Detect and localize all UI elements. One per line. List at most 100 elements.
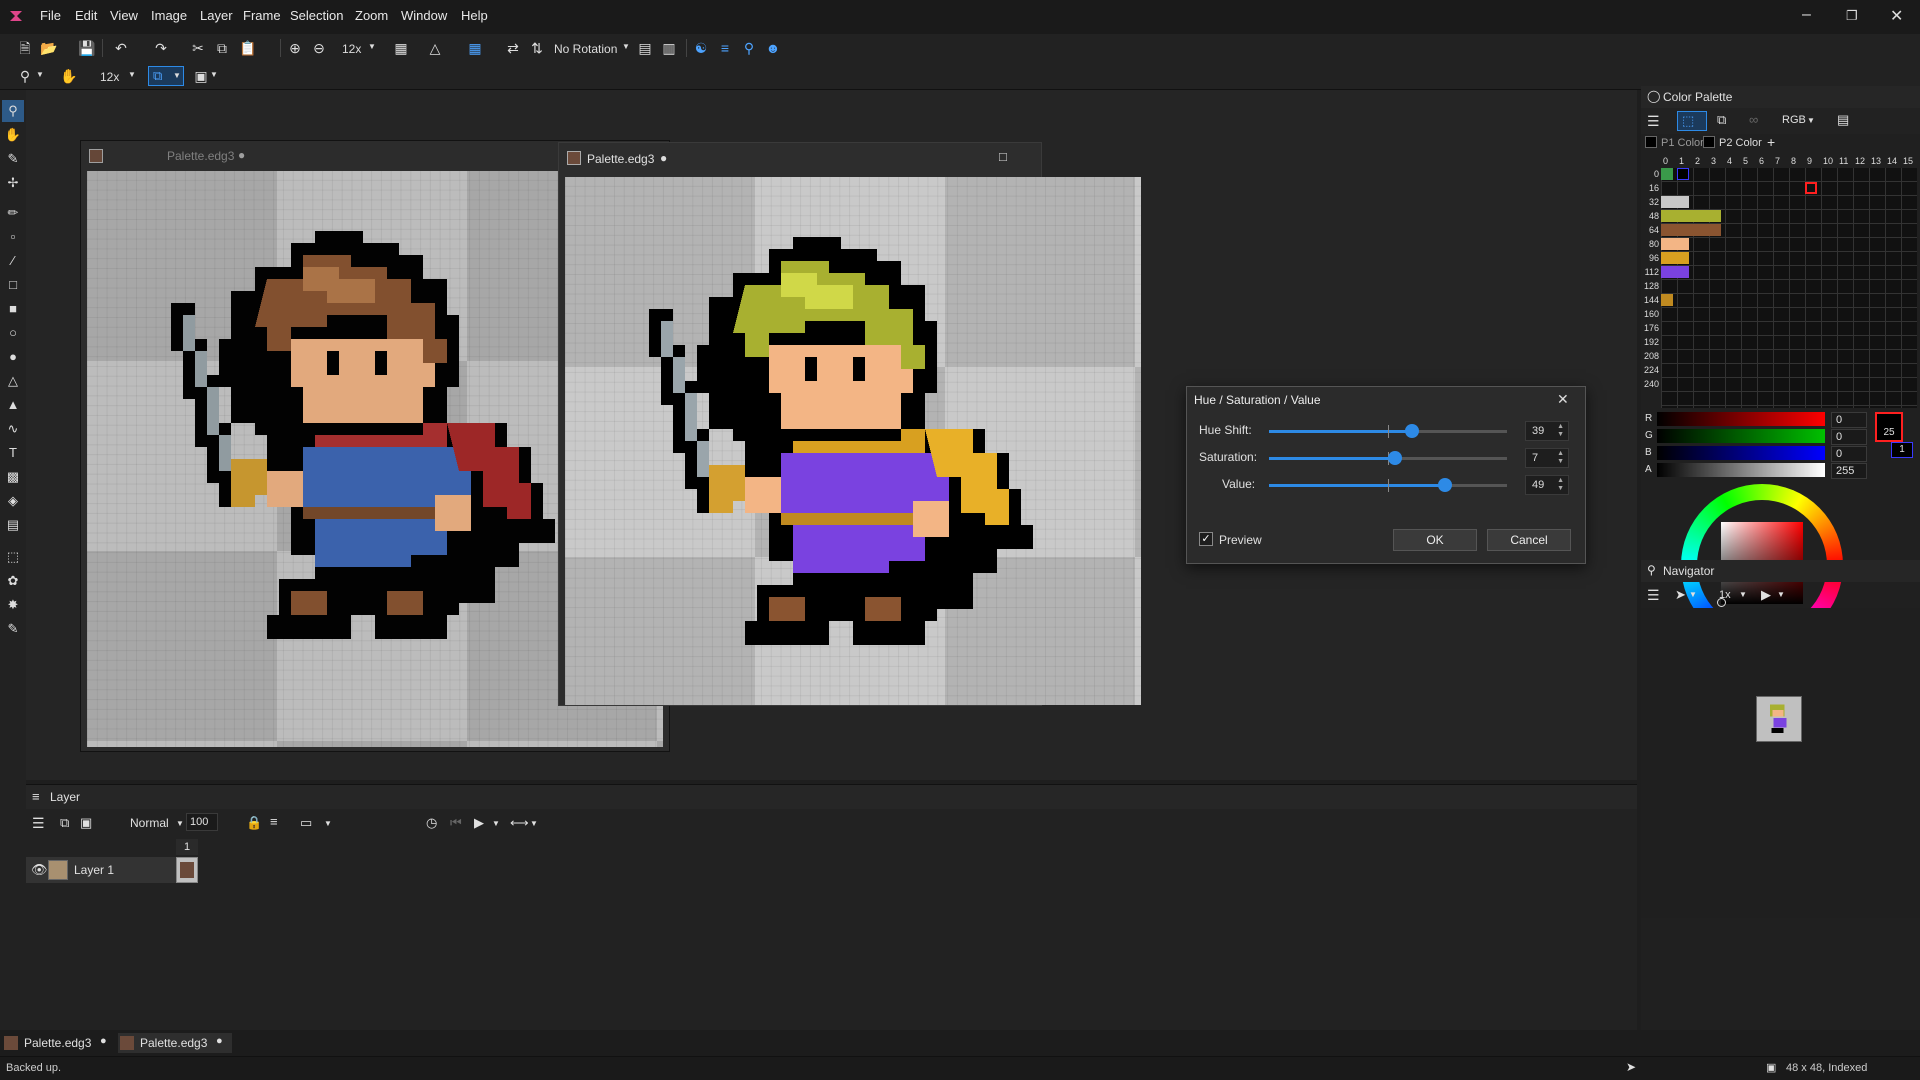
palette-link-icon[interactable]: ☯: [692, 39, 710, 57]
tab-document-1[interactable]: Palette.edg3 ●: [2, 1033, 112, 1053]
eye-visibility-icon[interactable]: 👁: [31, 862, 48, 878]
palette-view-icon[interactable]: ▤: [1837, 112, 1849, 128]
zoom-level-dropdown-2[interactable]: 12x: [100, 70, 119, 84]
chevron-down-icon[interactable]: ▼: [1777, 590, 1785, 599]
saturation-slider[interactable]: [1269, 451, 1507, 465]
menu-image[interactable]: Image: [151, 8, 187, 23]
spinner-arrows-icon[interactable]: ▲ ▼: [1557, 423, 1564, 439]
close-icon[interactable]: ✕: [1890, 6, 1903, 26]
menu-view[interactable]: View: [110, 8, 138, 23]
menu-icon[interactable]: ☰: [32, 815, 45, 832]
restore-icon[interactable]: ❐: [1846, 8, 1858, 24]
spinner-arrows-icon[interactable]: ▲ ▼: [1557, 450, 1564, 466]
menu-file[interactable]: File: [40, 8, 61, 23]
primary-color-index[interactable]: 25: [1875, 412, 1903, 442]
chevron-down-icon[interactable]: ▼: [1807, 116, 1815, 125]
value-slider[interactable]: [1269, 478, 1507, 492]
tab-p2-color[interactable]: P2 Color: [1719, 137, 1762, 149]
r-value[interactable]: 0: [1831, 412, 1867, 428]
menu-frame[interactable]: Frame: [243, 8, 281, 23]
cancel-button[interactable]: Cancel: [1487, 529, 1571, 551]
tile-horizontal-icon[interactable]: ▤: [636, 39, 654, 57]
navigator-thumbnail[interactable]: [1756, 696, 1802, 742]
b-value[interactable]: 0: [1831, 446, 1867, 462]
blend-mode-dropdown[interactable]: Normal: [130, 816, 169, 830]
chevron-down-icon[interactable]: ▼: [368, 42, 376, 51]
cut-icon[interactable]: ✂: [189, 39, 207, 57]
chevron-down-icon[interactable]: ▼: [36, 70, 44, 79]
r-slider[interactable]: [1657, 412, 1825, 426]
hand-icon[interactable]: ✋: [60, 67, 78, 85]
zoom-in-icon[interactable]: ⊕: [286, 39, 304, 57]
zoom-out-icon[interactable]: ⊖: [310, 39, 328, 57]
menu-edit[interactable]: Edit: [75, 8, 97, 23]
text-tool-icon[interactable]: T: [4, 444, 22, 462]
palette-grid[interactable]: 0 1 2 3 4 5 6 7 8 9 10 11 12 13 14 15 0 16 32 48 64 80 96 112 1…: [1641, 156, 1920, 410]
value-input[interactable]: 49 ▲ ▼: [1525, 475, 1569, 495]
new-file-icon[interactable]: 🗎: [16, 39, 34, 57]
hue-slider[interactable]: [1269, 424, 1507, 438]
chevron-down-icon[interactable]: ▼: [1739, 590, 1747, 599]
chevron-down-icon[interactable]: ▼: [210, 70, 218, 79]
chevron-down-icon[interactable]: ▼: [324, 819, 332, 828]
paste-icon[interactable]: 📋: [239, 39, 257, 57]
redo-icon[interactable]: ↷: [152, 39, 170, 57]
tab-p1-color[interactable]: P1 Color: [1661, 137, 1704, 149]
play-icon[interactable]: ▶: [474, 815, 484, 831]
palette-swatch[interactable]: [1661, 210, 1721, 222]
palette-swatch[interactable]: [1661, 196, 1689, 208]
timer-icon[interactable]: ◷: [426, 815, 437, 831]
document-title-bar[interactable]: Palette.edg3 ● □ ✕: [559, 143, 1041, 173]
lasso-tool-icon[interactable]: ✿: [4, 572, 22, 590]
gradient-tool-icon[interactable]: ▤: [4, 516, 22, 534]
saturation-slider-handle[interactable]: [1388, 451, 1403, 465]
magic-wand-tool-icon[interactable]: ✸: [4, 596, 22, 614]
tab-document-2[interactable]: Palette.edg3 ●: [118, 1033, 232, 1053]
open-file-icon[interactable]: 📂: [40, 39, 58, 57]
spinner-arrows-icon[interactable]: ▲ ▼: [1557, 477, 1564, 493]
zoom-tool-icon[interactable]: ⚲: [4, 102, 22, 120]
saturation-input[interactable]: 7 ▲ ▼: [1525, 448, 1569, 468]
hand-tool-icon[interactable]: ✋: [4, 126, 22, 144]
menu-icon[interactable]: ☰: [1647, 113, 1660, 130]
zoom-mode-button[interactable]: ⧉ ▼: [148, 66, 184, 86]
dialog-close-icon[interactable]: ✕: [1557, 391, 1569, 408]
palette-cells[interactable]: [1661, 168, 1917, 408]
filled-ellipse-tool-icon[interactable]: ●: [4, 348, 22, 366]
rotation-dropdown[interactable]: No Rotation: [554, 42, 617, 56]
select-mode-button[interactable]: ⬚: [1677, 111, 1707, 131]
preview-checkbox[interactable]: ✓: [1199, 532, 1213, 546]
link-icon[interactable]: ∞: [1749, 112, 1758, 127]
value-slider-handle[interactable]: [1438, 478, 1453, 492]
dialog-title-bar[interactable]: Hue / Saturation / Value ✕: [1187, 387, 1585, 413]
equals-icon[interactable]: ≡: [270, 814, 278, 829]
zoom-option-icon[interactable]: ▣: [192, 67, 210, 85]
duplicate-layer-icon[interactable]: ▣: [80, 815, 92, 831]
menu-layer[interactable]: Layer: [200, 8, 233, 23]
first-frame-icon[interactable]: ⏮: [450, 815, 462, 831]
layers-icon[interactable]: ≡: [716, 39, 734, 57]
g-value[interactable]: 0: [1831, 429, 1867, 445]
undo-icon[interactable]: ↶: [112, 39, 130, 57]
pin-icon[interactable]: ⚲: [740, 39, 758, 57]
chevron-down-icon[interactable]: ▼: [530, 819, 538, 828]
curve-tool-icon[interactable]: ∿: [4, 420, 22, 438]
play-icon[interactable]: ▶: [1761, 587, 1771, 603]
palette-swatch[interactable]: [1661, 224, 1721, 236]
save-icon[interactable]: 💾: [78, 39, 96, 57]
filled-rectangle-tool-icon[interactable]: ■: [4, 300, 22, 318]
chevron-down-icon[interactable]: ▼: [492, 819, 500, 828]
tile-vertical-icon[interactable]: ▥: [660, 39, 678, 57]
frame-cell[interactable]: [176, 857, 198, 883]
flip-vertical-icon[interactable]: ⇅: [528, 39, 546, 57]
palette-swatch[interactable]: [1661, 252, 1689, 264]
secondary-color-index[interactable]: 1: [1891, 442, 1913, 458]
navigator-view[interactable]: [1641, 608, 1920, 918]
select-tool-icon[interactable]: ⬚: [4, 548, 22, 566]
move-tool-icon[interactable]: ✢: [4, 174, 22, 192]
grid-icon[interactable]: ▦: [466, 39, 484, 57]
menu-selection[interactable]: Selection: [290, 8, 343, 23]
navigator-zoom[interactable]: 1x: [1719, 589, 1731, 601]
ok-button[interactable]: OK: [1393, 529, 1477, 551]
filled-polygon-tool-icon[interactable]: ▲: [4, 396, 22, 414]
